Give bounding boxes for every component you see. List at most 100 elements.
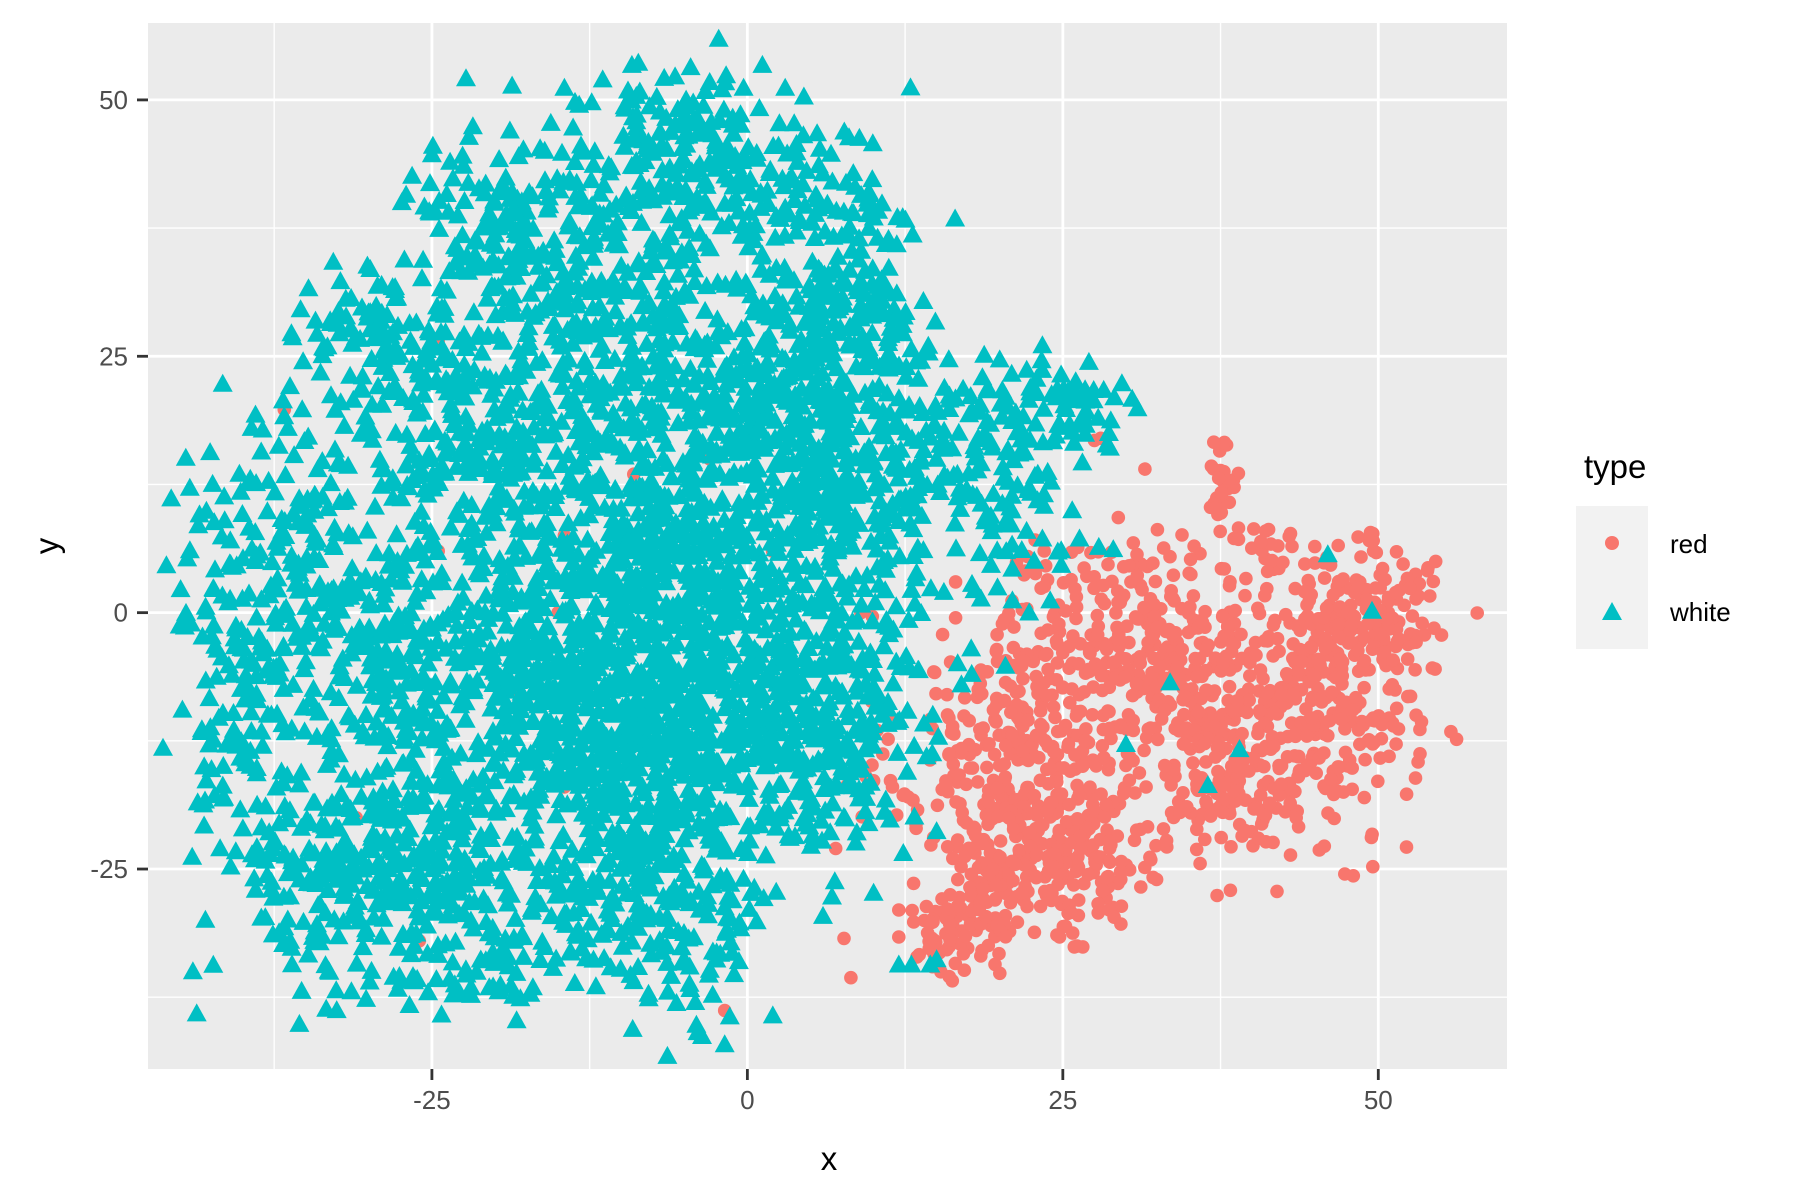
red-point: [1186, 756, 1200, 770]
scatter-plot: -25 0 25 50 -2502550 x y type red white: [28, 23, 1731, 1177]
red-point: [1201, 638, 1215, 652]
red-point: [1239, 571, 1253, 586]
red-point: [942, 747, 956, 761]
red-point: [1330, 784, 1345, 798]
red-point: [1427, 621, 1441, 635]
red-point: [1021, 713, 1035, 727]
red-point: [1006, 873, 1020, 888]
red-point: [1183, 600, 1197, 614]
red-point: [1257, 759, 1271, 774]
red-point: [1204, 459, 1219, 474]
red-point: [892, 930, 906, 944]
red-point: [1176, 786, 1190, 800]
red-point: [1210, 888, 1224, 903]
red-point: [1334, 712, 1349, 727]
red-point: [1345, 761, 1359, 775]
red-point: [1114, 720, 1128, 735]
red-point: [954, 741, 969, 756]
red-point: [1028, 566, 1043, 581]
red-point: [1289, 811, 1303, 825]
red-point: [1056, 645, 1070, 660]
red-point: [905, 903, 919, 918]
red-point: [1134, 880, 1148, 894]
red-point: [1073, 841, 1088, 856]
red-point: [1357, 790, 1372, 805]
red-point: [1388, 585, 1403, 600]
red-point: [1302, 593, 1317, 608]
red-point: [962, 713, 976, 728]
red-point: [1266, 618, 1281, 632]
red-point: [1041, 777, 1056, 791]
red-point: [993, 850, 1007, 864]
red-point: [1113, 864, 1128, 879]
red-point: [1097, 810, 1112, 824]
red-point: [948, 575, 963, 589]
red-point: [1338, 745, 1353, 760]
red-point: [1216, 805, 1230, 820]
red-point: [1099, 797, 1113, 812]
red-point: [1068, 748, 1082, 762]
red-point: [1182, 566, 1196, 580]
red-point: [1386, 719, 1401, 733]
red-point: [975, 687, 989, 701]
red-point: [1175, 528, 1189, 542]
red-point: [1064, 905, 1078, 920]
red-point: [1305, 711, 1319, 725]
red-point: [1139, 780, 1153, 794]
red-point: [980, 895, 994, 909]
red-point: [938, 778, 953, 792]
red-point: [1022, 825, 1037, 840]
red-point: [976, 882, 991, 896]
red-point: [1090, 628, 1105, 642]
red-point: [1095, 683, 1110, 698]
red-point: [1326, 588, 1341, 602]
red-point: [963, 761, 977, 775]
red-point: [1064, 572, 1078, 587]
red-point: [885, 780, 900, 794]
red-point: [971, 775, 985, 789]
red-point: [1251, 831, 1266, 846]
red-point: [1016, 671, 1030, 686]
red-point: [1073, 829, 1087, 843]
red-point: [1247, 802, 1261, 816]
red-point: [1110, 632, 1125, 646]
red-point: [1147, 597, 1161, 612]
red-point: [1067, 940, 1082, 954]
red-point: [1029, 870, 1043, 885]
red-point: [1187, 539, 1201, 553]
red-point: [1389, 737, 1403, 751]
red-point: [1223, 883, 1238, 898]
red-point: [1069, 864, 1083, 879]
red-point: [1197, 736, 1212, 751]
red-point: [944, 725, 959, 740]
red-point: [1154, 712, 1169, 726]
red-point: [1258, 633, 1272, 648]
red-point: [1003, 679, 1018, 693]
red-point: [1238, 588, 1252, 603]
red-point: [1278, 607, 1293, 622]
red-point: [1242, 693, 1256, 708]
red-point: [1399, 787, 1414, 801]
red-point: [1096, 722, 1111, 737]
red-point: [964, 867, 979, 882]
red-point: [1366, 534, 1380, 548]
red-point: [1392, 632, 1406, 646]
red-point: [1298, 763, 1312, 778]
red-point: [1116, 560, 1131, 574]
red-point: [1175, 642, 1189, 657]
red-point: [1267, 739, 1281, 754]
red-point: [1078, 734, 1092, 748]
red-point: [1214, 830, 1228, 845]
red-point: [997, 693, 1012, 708]
red-point: [1386, 653, 1400, 667]
red-point: [1213, 524, 1227, 539]
red-point: [1267, 705, 1281, 720]
red-point: [1149, 680, 1164, 694]
red-point: [1036, 720, 1050, 734]
red-point: [989, 715, 1003, 729]
red-point: [1254, 534, 1268, 549]
red-point: [1389, 545, 1404, 559]
red-point: [1177, 707, 1191, 722]
red-point: [1146, 556, 1160, 570]
red-point: [1322, 713, 1337, 728]
